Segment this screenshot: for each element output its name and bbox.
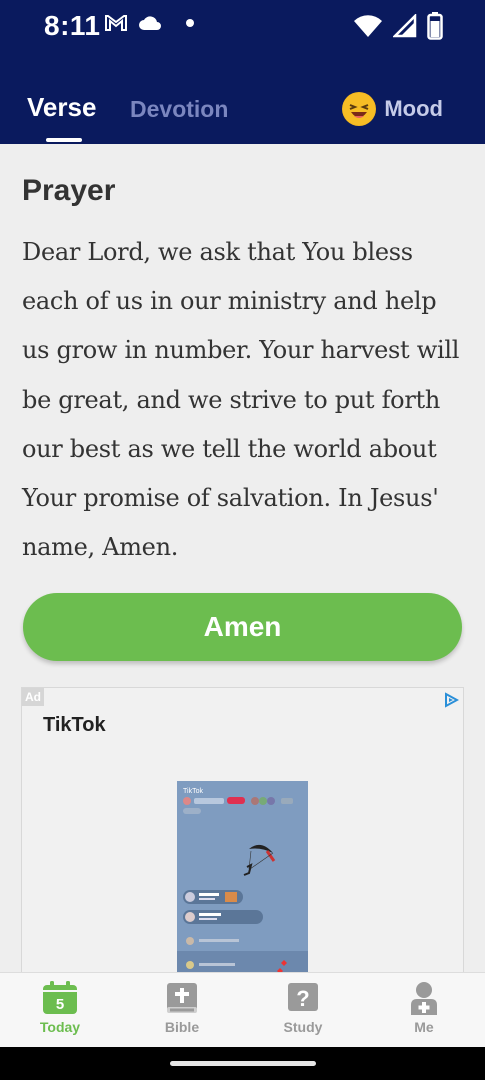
nav-label-me: Me	[414, 1019, 434, 1035]
bottom-nav: 5 Today Bible ? Study Me	[0, 972, 485, 1047]
mood-button[interactable]: Mood	[342, 92, 443, 126]
nav-label-bible: Bible	[164, 1019, 200, 1035]
active-tab-indicator	[46, 138, 82, 142]
gesture-bar	[0, 1047, 485, 1080]
ad-badge: Ad	[22, 688, 44, 706]
prayer-heading: Prayer	[22, 174, 116, 207]
book-icon	[167, 983, 197, 1013]
status-time: 8:11	[44, 10, 101, 41]
status-system	[353, 12, 443, 40]
amen-button[interactable]: Amen	[23, 593, 462, 661]
signal-icon	[393, 14, 417, 38]
nav-item-today[interactable]: 5 Today	[20, 981, 100, 1035]
calendar-day-number: 5	[56, 996, 64, 1013]
gmail-icon	[105, 15, 127, 31]
person-icon	[411, 982, 437, 1015]
ad-card[interactable]: Ad TikTok TikTok	[21, 687, 464, 981]
laughing-emoji-icon	[342, 92, 377, 126]
ad-preview-image[interactable]: TikTok	[177, 781, 308, 981]
tab-verse[interactable]: Verse	[27, 92, 96, 123]
status-bar: 8:11	[0, 0, 485, 72]
nav-item-study[interactable]: ? Study	[263, 981, 343, 1035]
nav-label-today: Today	[39, 1019, 81, 1035]
prayer-text: Dear Lord, we ask that You bless each of…	[22, 238, 460, 562]
status-notifications	[104, 14, 194, 32]
question-icon: ?	[288, 983, 318, 1011]
svg-text:?: ?	[296, 986, 309, 1011]
dot-icon	[186, 19, 194, 27]
ad-advertiser: TikTok	[43, 714, 106, 736]
nav-item-me[interactable]: Me	[384, 981, 464, 1035]
cloud-icon	[139, 16, 161, 30]
home-gesture-handle[interactable]	[170, 1061, 316, 1066]
wifi-icon	[354, 15, 382, 38]
nav-item-bible[interactable]: Bible	[142, 981, 222, 1035]
ad-preview-brand: TikTok	[183, 788, 203, 795]
mood-label: Mood	[384, 96, 443, 121]
tab-devotion[interactable]: Devotion	[130, 96, 228, 123]
battery-icon	[427, 12, 443, 40]
calendar-icon: 5	[43, 981, 77, 1014]
nav-label-study: Study	[283, 1019, 323, 1035]
top-tab-bar: Verse Devotion Mood	[0, 72, 485, 144]
main-content[interactable]: Prayer Dear Lord, we ask that You bless …	[0, 144, 485, 981]
adchoices-icon[interactable]	[443, 692, 459, 708]
